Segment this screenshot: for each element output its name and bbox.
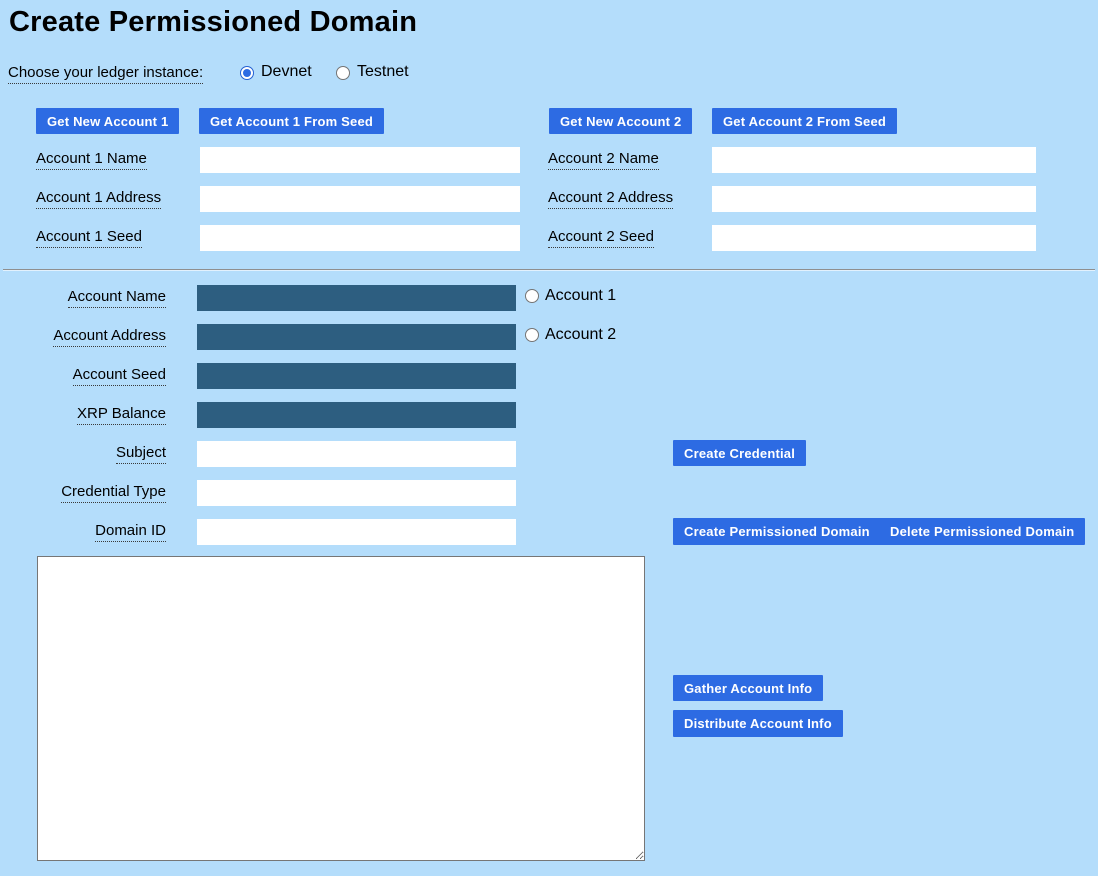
get-new-account2-button[interactable]: Get New Account 2 [549, 108, 692, 134]
account1-address-input[interactable] [200, 186, 520, 212]
credential-type-input[interactable] [197, 480, 516, 506]
section-divider [3, 269, 1095, 271]
account-seed-field [197, 363, 516, 389]
account-name-field [197, 285, 516, 311]
distribute-account-info-button[interactable]: Distribute Account Info [673, 710, 843, 737]
domain-id-label: Domain ID [0, 519, 166, 545]
xrp-balance-field [197, 402, 516, 428]
ledger-instance-label: Choose your ledger instance: [8, 64, 203, 81]
account-address-field [197, 324, 516, 350]
account2-select-label: Account 2 [545, 326, 616, 344]
get-account1-from-seed-button[interactable]: Get Account 1 From Seed [199, 108, 384, 134]
devnet-radio[interactable] [240, 66, 254, 80]
account1-name-label: Account 1 Name [36, 147, 147, 173]
get-new-account1-button[interactable]: Get New Account 1 [36, 108, 179, 134]
account-seed-label: Account Seed [0, 363, 166, 389]
account-name-label: Account Name [0, 285, 166, 311]
account1-select-label: Account 1 [545, 287, 616, 305]
create-permissioned-domain-button[interactable]: Create Permissioned Domain [673, 518, 881, 545]
xrp-balance-label: XRP Balance [0, 402, 166, 428]
account2-select-radio[interactable] [525, 328, 539, 342]
delete-permissioned-domain-button[interactable]: Delete Permissioned Domain [879, 518, 1085, 545]
results-textarea[interactable] [37, 556, 645, 861]
gather-account-info-button[interactable]: Gather Account Info [673, 675, 823, 701]
get-account2-from-seed-button[interactable]: Get Account 2 From Seed [712, 108, 897, 134]
account2-seed-input[interactable] [712, 225, 1036, 251]
account1-seed-label: Account 1 Seed [36, 225, 142, 251]
subject-label: Subject [0, 441, 166, 467]
account1-seed-input[interactable] [200, 225, 520, 251]
testnet-radio-label: Testnet [357, 63, 409, 81]
account1-select-radio[interactable] [525, 289, 539, 303]
subject-input[interactable] [197, 441, 516, 467]
account-address-label: Account Address [0, 324, 166, 350]
create-credential-button[interactable]: Create Credential [673, 440, 806, 466]
domain-id-input[interactable] [197, 519, 516, 545]
account1-address-label: Account 1 Address [36, 186, 161, 212]
account1-name-input[interactable] [200, 147, 520, 173]
account2-name-input[interactable] [712, 147, 1036, 173]
account2-seed-label: Account 2 Seed [548, 225, 654, 251]
page-title: Create Permissioned Domain [9, 6, 417, 39]
account2-address-label: Account 2 Address [548, 186, 673, 212]
account2-address-input[interactable] [712, 186, 1036, 212]
devnet-radio-label: Devnet [261, 63, 312, 81]
testnet-radio[interactable] [336, 66, 350, 80]
create-permissioned-domain-page: Create Permissioned Domain Choose your l… [0, 0, 1098, 876]
account2-name-label: Account 2 Name [548, 147, 659, 173]
credential-type-label: Credential Type [0, 480, 166, 506]
